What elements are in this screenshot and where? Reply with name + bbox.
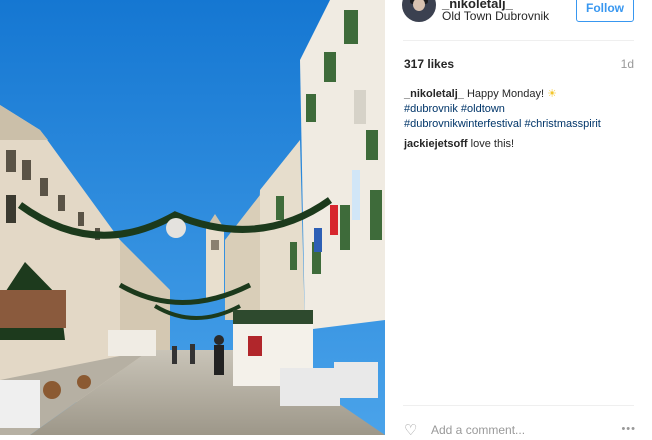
- caption-line-3: #dubrovnikwinterfestival #christmasspiri…: [404, 117, 636, 132]
- caption-username[interactable]: _nikoletalj_: [404, 88, 464, 100]
- comment-username[interactable]: jackiejetsoff: [404, 138, 468, 150]
- post-sidebar: _nikoletalj_ Old Town Dubrovnik Follow 3…: [385, 0, 652, 438]
- post-header: _nikoletalj_ Old Town Dubrovnik Follow: [385, 0, 652, 38]
- follow-button[interactable]: Follow: [576, 0, 634, 22]
- comment-text: love this!: [470, 138, 515, 150]
- more-options-icon[interactable]: •••: [621, 423, 636, 435]
- header-divider: [403, 40, 634, 41]
- likes-count[interactable]: 317 likes: [404, 57, 454, 71]
- post-photo[interactable]: [0, 0, 385, 435]
- hashtag-link[interactable]: #dubrovnikwinterfestival: [404, 118, 521, 130]
- comment-item: jackiejetsoff love this!: [404, 137, 636, 152]
- caption-line-1: _nikoletalj_ Happy Monday! ☀: [404, 87, 636, 102]
- sun-icon: ☀: [547, 88, 557, 100]
- street-scene: [0, 0, 385, 435]
- add-comment-row: ♡ Add a comment... •••: [404, 420, 636, 440]
- location-link[interactable]: Old Town Dubrovnik: [442, 9, 549, 23]
- caption-line-2: #dubrovnik #oldtown: [404, 102, 636, 117]
- caption-text: Happy Monday!: [466, 88, 545, 100]
- hashtag-link[interactable]: #christmasspirit: [524, 118, 600, 130]
- post-age[interactable]: 1d: [621, 57, 634, 71]
- heart-icon[interactable]: ♡: [404, 423, 417, 438]
- hashtag-link[interactable]: #dubrovnik: [404, 103, 458, 115]
- hashtag-link[interactable]: #oldtown: [461, 103, 505, 115]
- avatar-face: [413, 0, 425, 11]
- avatar[interactable]: [402, 0, 436, 22]
- footer-divider: [403, 405, 634, 406]
